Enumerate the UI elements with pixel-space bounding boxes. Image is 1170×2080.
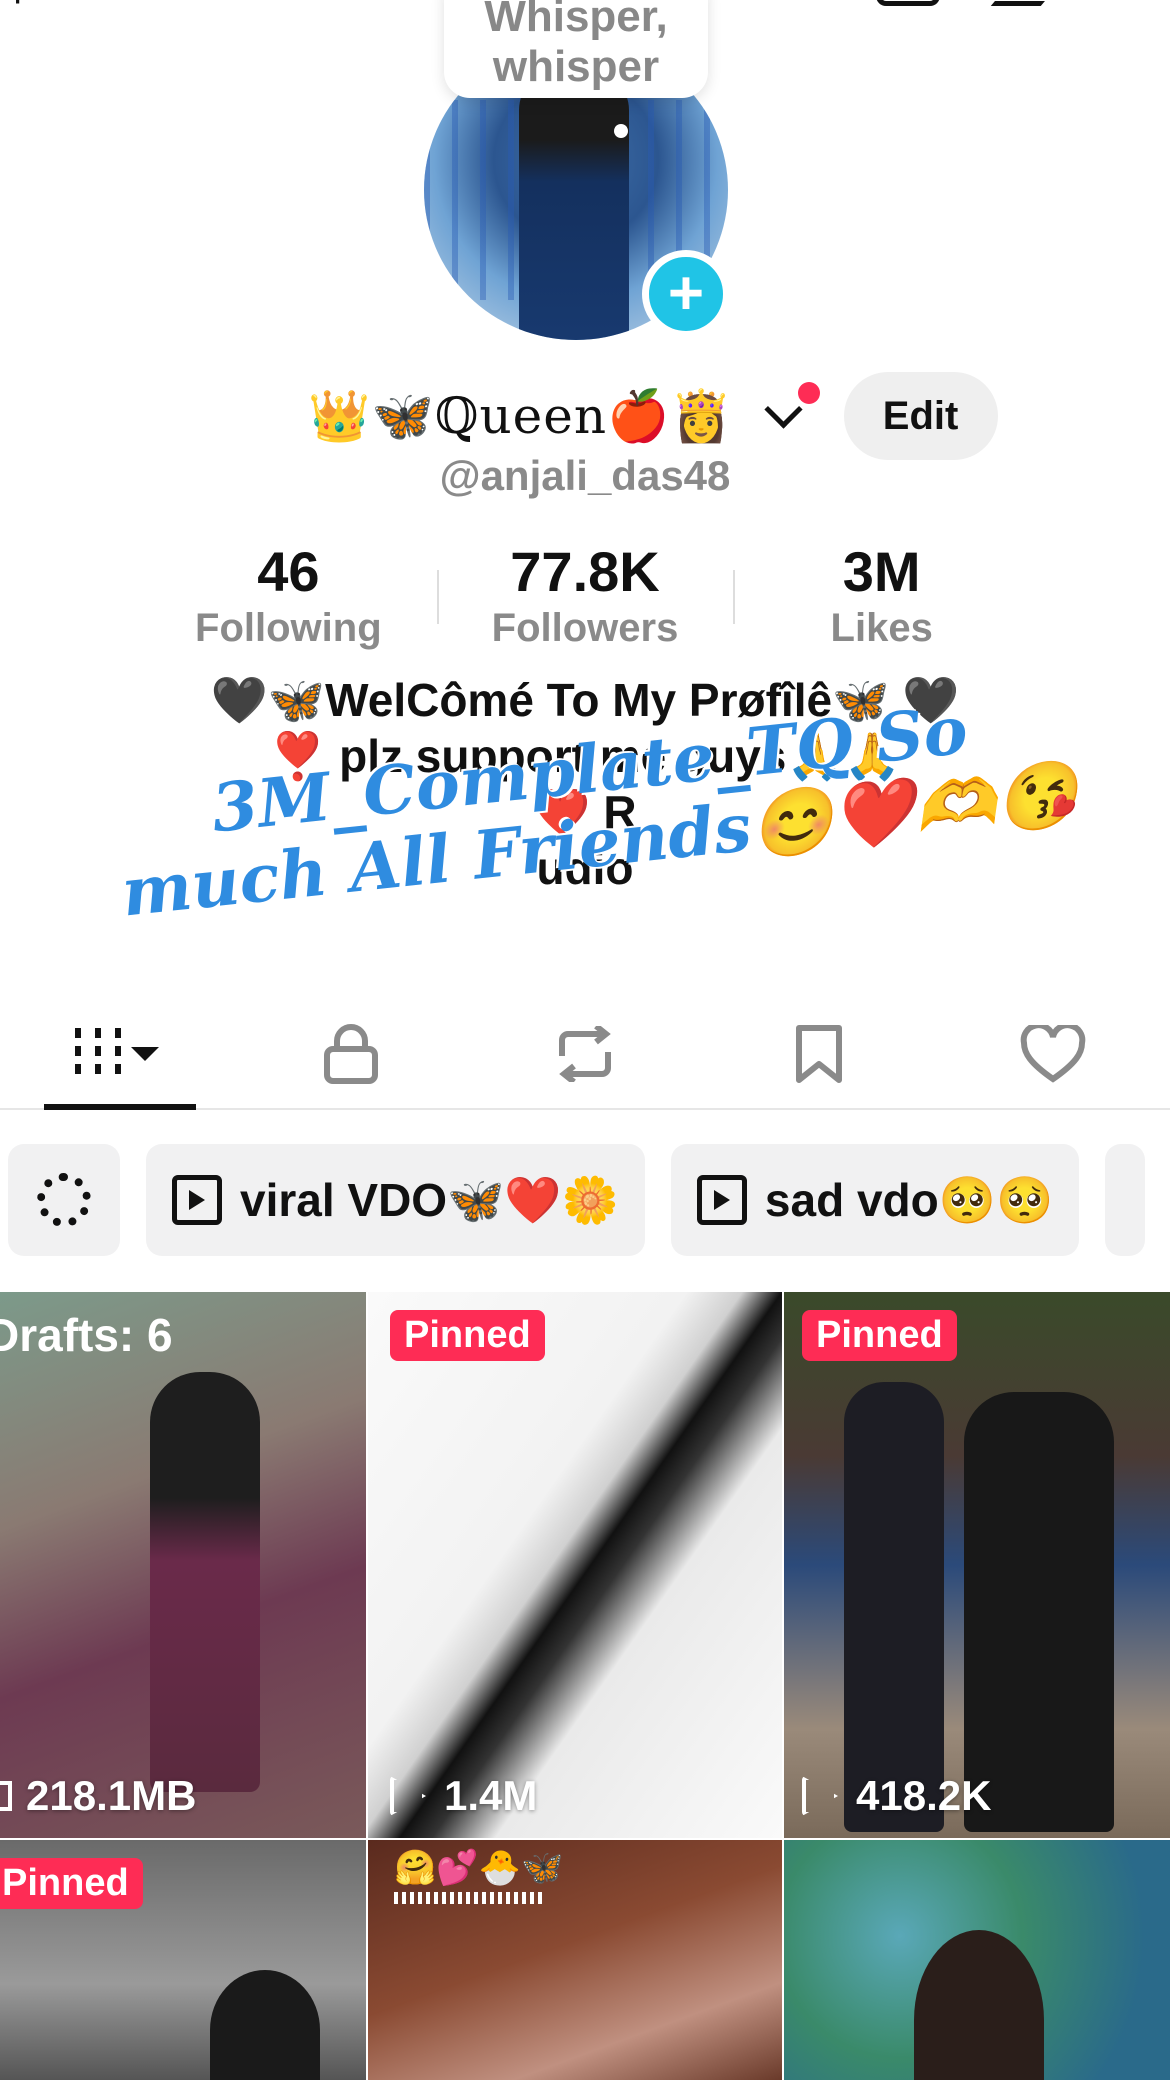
add-friend-icon[interactable]: ⁺ [6, 0, 29, 29]
bio-line: ❣️ plz support me guys🙏🙏 [269, 730, 901, 782]
collection-icon [172, 1175, 222, 1225]
collection-label: sad vdo🥺🥺 [764, 1173, 1054, 1226]
lock-icon [324, 1024, 378, 1084]
video-caption: 🤗💕🐣🦋 [394, 1849, 564, 1887]
play-icon [390, 1776, 426, 1816]
video-figure [210, 1970, 320, 2080]
heart-icon [1020, 1025, 1086, 1083]
tab-reposts[interactable] [468, 1000, 702, 1108]
video-thumbnail[interactable]: 🤗💕🐣🦋 [368, 1840, 782, 2080]
collection-chips: viral VDO🦋❤️🌼 sad vdo🥺🥺 [8, 1144, 1146, 1256]
repost-icon [559, 1026, 611, 1082]
stat-likes[interactable]: 3M Likes [733, 540, 1030, 652]
grid-icon [75, 1028, 121, 1080]
video-thumbnail[interactable]: Pinned [0, 1840, 366, 2080]
collection-settings-button[interactable] [8, 1144, 120, 1256]
tab-favorites[interactable] [702, 1000, 936, 1108]
display-name: 👑🦋ℚueen🍎👸 [308, 386, 734, 445]
bio-line: udio [536, 842, 634, 894]
stat-followers[interactable]: 77.8K Followers [436, 540, 734, 652]
collection-icon [696, 1175, 747, 1225]
whisper-line2: whisper [492, 42, 660, 91]
stat-label: Followers [491, 606, 679, 650]
draft-size-value: 218.1MB [26, 1772, 197, 1819]
view-count-value: 1.4M [444, 1772, 538, 1819]
draft-size: 218.1MB [0, 1772, 196, 1820]
add-story-button[interactable]: + [642, 250, 730, 338]
bio-line: 🖤🦋WelCômé To My Prøfîlê🦋 🖤 [210, 674, 960, 726]
audio-wave [394, 1892, 544, 1904]
studio-icon[interactable] [876, 0, 940, 6]
avatar-figure [519, 70, 629, 340]
play-icon [802, 1776, 838, 1816]
view-count: 418.2K [802, 1772, 991, 1820]
name-row: 👑🦋ℚueen🍎👸 Edit [0, 372, 1170, 460]
video-figure [964, 1392, 1114, 1832]
bubble-tail [614, 124, 628, 138]
bookmark-icon [796, 1025, 842, 1083]
whisper-line1: Whisper, [484, 0, 668, 41]
stat-label: Following [195, 606, 382, 650]
edit-icon[interactable] [990, 0, 1060, 6]
view-count-value: 418.2K [856, 1772, 992, 1819]
collection-chip[interactable]: viral VDO🦋❤️🌼 [146, 1144, 645, 1256]
video-thumbnail[interactable] [784, 1840, 1170, 2080]
file-icon [0, 1781, 12, 1811]
video-figure [914, 1930, 1044, 2080]
pinned-badge: Pinned [0, 1858, 143, 1909]
account-switch-chevron-icon[interactable] [754, 382, 820, 446]
stats-row: 46 Following 77.8K Followers 3M Likes [140, 540, 1030, 652]
collection-chip-partial[interactable] [1105, 1144, 1146, 1256]
video-thumbnail[interactable]: Pinned 1.4M [368, 1292, 782, 1838]
stat-value: 77.8K [510, 540, 660, 603]
pinned-badge: Pinned [390, 1310, 545, 1361]
tab-private[interactable] [234, 1000, 468, 1108]
stat-value: 46 [257, 540, 320, 603]
stat-label: Likes [830, 606, 933, 650]
content-tabs [0, 1000, 1170, 1110]
stat-following[interactable]: 46 Following [140, 540, 437, 652]
edit-profile-button[interactable]: Edit [843, 372, 998, 460]
view-count: 1.4M [390, 1772, 537, 1820]
pinned-badge: Pinned [802, 1310, 957, 1361]
whisper-bubble[interactable]: Whisper, whisper [444, 0, 708, 98]
video-thumbnail[interactable]: Drafts: 6 218.1MB [0, 1292, 366, 1838]
gear-icon [37, 1173, 91, 1227]
bio-line: ❤️ R [533, 786, 637, 838]
tab-videos[interactable] [0, 1000, 234, 1110]
video-thumbnail[interactable]: Pinned 418.2K [784, 1292, 1170, 1838]
collection-chip[interactable]: sad vdo🥺🥺 [670, 1144, 1080, 1256]
username: @anjali_das48 [439, 452, 731, 499]
video-figure [150, 1372, 260, 1792]
notification-dot [797, 382, 820, 404]
bio: 🖤🦋WelCômé To My Prøfîlê🦋 🖤 ❣️ plz suppor… [0, 672, 1170, 896]
collection-label: viral VDO🦋❤️🌼 [240, 1173, 619, 1226]
stat-value: 3M [842, 540, 921, 603]
tab-liked[interactable] [936, 1000, 1170, 1108]
top-actions [876, 0, 1170, 6]
dropdown-icon [131, 1047, 159, 1061]
drafts-label: Drafts: 6 [0, 1309, 173, 1361]
video-figure [844, 1382, 944, 1832]
